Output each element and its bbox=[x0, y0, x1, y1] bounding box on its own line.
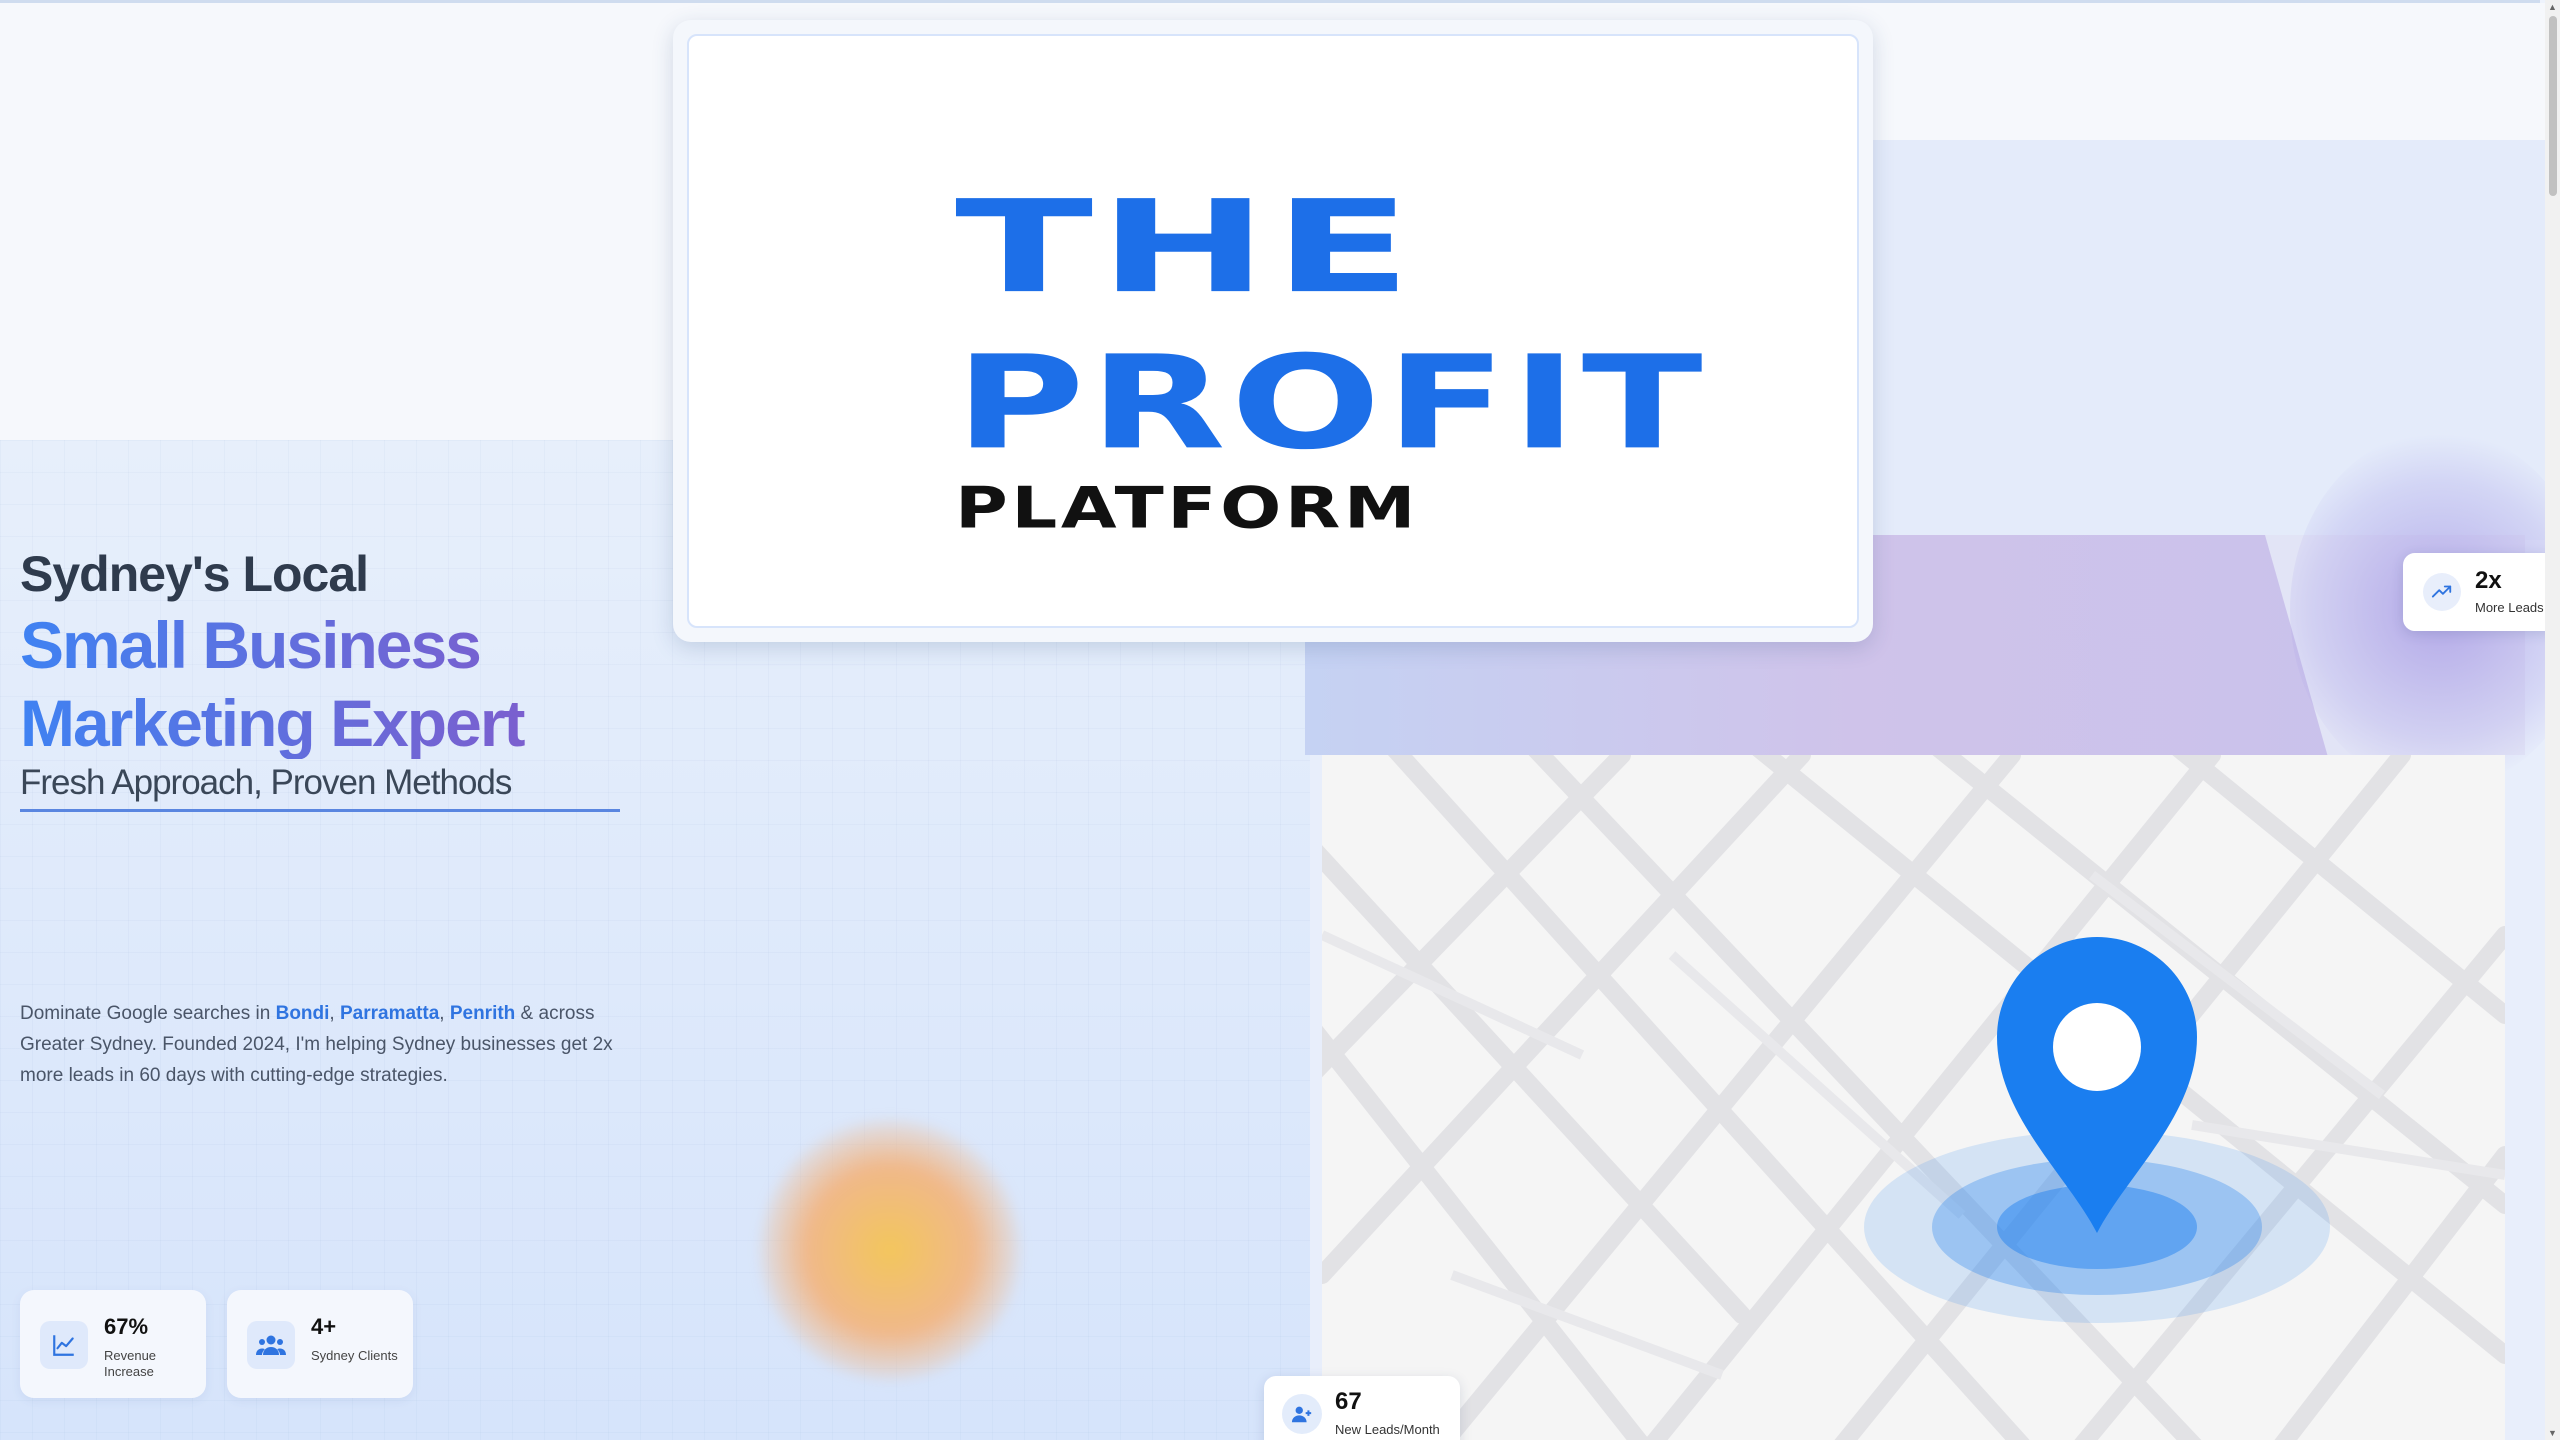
hero-tagline: Fresh Approach, Proven Methods bbox=[20, 763, 620, 812]
hero-description: Dominate Google searches in Bondi, Parra… bbox=[20, 998, 620, 1091]
stat-card-revenue: 67% Revenue Increase bbox=[20, 1290, 206, 1398]
leads-value: 67 bbox=[1335, 1388, 1362, 1415]
scrollbar-thumb[interactable] bbox=[2549, 16, 2557, 196]
users-icon bbox=[247, 1321, 295, 1369]
desc-separator: , bbox=[329, 1003, 340, 1024]
hero-title-line3: Marketing Expert bbox=[20, 687, 640, 759]
logo-card[interactable]: THE PROFIT PLATFORM bbox=[673, 20, 1873, 642]
more-leads-card: 2x More Leads bbox=[2403, 553, 2553, 631]
leads-label: New Leads/Month bbox=[1335, 1422, 1440, 1437]
more-leads-label: More Leads bbox=[2475, 600, 2544, 615]
chart-line-icon bbox=[40, 1321, 88, 1369]
scroll-up-arrow-icon[interactable]: ▲ bbox=[2547, 2, 2558, 12]
map-illustration bbox=[1322, 755, 2505, 1440]
more-leads-value: 2x bbox=[2475, 567, 2502, 594]
scroll-down-arrow-icon[interactable]: ▼ bbox=[2547, 1428, 2558, 1438]
hero-heading: Sydney's Local Small Business Marketing … bbox=[20, 545, 640, 812]
suburb-link-parramatta[interactable]: Parramatta bbox=[340, 1003, 439, 1024]
street-map bbox=[1322, 755, 2505, 1440]
page-scrollbar[interactable] bbox=[2545, 0, 2560, 1440]
suburb-link-penrith[interactable]: Penrith bbox=[450, 1003, 515, 1024]
logo-word-platform: PLATFORM bbox=[955, 475, 1420, 542]
new-leads-card: 67 New Leads/Month bbox=[1264, 1376, 1460, 1440]
hero-title-line1: Sydney's Local bbox=[20, 546, 369, 602]
stat-label: Revenue Increase bbox=[104, 1348, 157, 1379]
logo-word-profit: PROFIT bbox=[955, 328, 1708, 479]
trending-up-icon bbox=[2423, 573, 2461, 611]
suburb-link-bondi[interactable]: Bondi bbox=[276, 1003, 330, 1024]
hero-title-line2: Small Business bbox=[20, 609, 640, 681]
stat-card-clients: 4+ Sydney Clients bbox=[227, 1290, 413, 1398]
stat-value: 4+ bbox=[311, 1314, 337, 1339]
user-plus-icon bbox=[1282, 1394, 1322, 1434]
logo-frame: THE PROFIT PLATFORM bbox=[687, 34, 1859, 628]
logo-word-the: THE bbox=[955, 173, 1418, 322]
orange-glow-decoration bbox=[760, 1120, 1020, 1380]
desc-separator: , bbox=[439, 1003, 450, 1024]
stat-value: 67% bbox=[104, 1314, 149, 1339]
desc-prefix: Dominate Google searches in bbox=[20, 1003, 276, 1024]
profit-platform-logo: THE PROFIT PLATFORM bbox=[955, 184, 1703, 545]
stat-label: Sydney Clients bbox=[311, 1348, 398, 1363]
